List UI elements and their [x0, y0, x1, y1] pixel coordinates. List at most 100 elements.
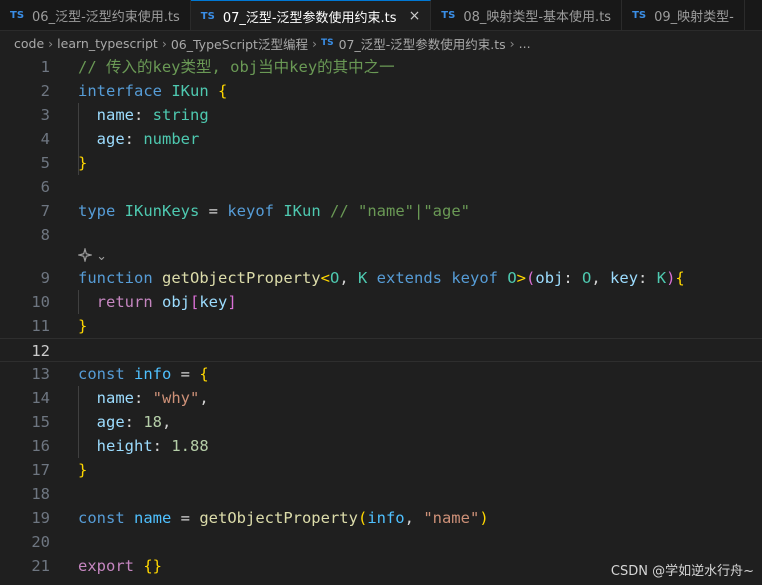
code-token: extends: [376, 269, 452, 287]
chevron-down-icon[interactable]: ⌄: [96, 249, 107, 264]
code-line[interactable]: 11}: [0, 314, 762, 338]
code-token: // 传入的key类型, obj当中key的其中之一: [78, 58, 395, 76]
code-text: }: [78, 314, 87, 338]
chevron-right-icon: ›: [311, 35, 317, 51]
code-token: {}: [143, 557, 162, 575]
code-token: name: [134, 509, 172, 527]
code-token: ): [479, 509, 489, 527]
line-number: 13: [31, 365, 50, 383]
code-token: ]: [227, 293, 237, 311]
code-line[interactable]: 2 interface IKun {: [0, 79, 762, 103]
chevron-right-icon: ›: [161, 35, 167, 51]
line-number: 3: [40, 106, 50, 124]
tab-label: 06_泛型-泛型约束使用.ts: [32, 10, 180, 25]
code-line[interactable]: 15 age: 18,: [0, 410, 762, 434]
code-token: :: [124, 413, 144, 431]
breadcrumb-item-learn-typescript[interactable]: learn_typescript: [57, 36, 158, 51]
code-line[interactable]: 9 function getObjectProperty<O, K extends…: [0, 266, 762, 290]
code-token: {: [218, 82, 228, 100]
code-token: key: [199, 293, 228, 311]
code-text: age: 18,: [78, 410, 172, 434]
code-token: 18: [143, 413, 163, 431]
code-text: }: [78, 151, 87, 175]
code-line[interactable]: 1 // 传入的key类型, obj当中key的其中之一: [0, 55, 762, 79]
breadcrumb-item-file[interactable]: 07_泛型-泛型参数使用约束.ts: [339, 34, 506, 53]
code-line[interactable]: 5}: [0, 151, 762, 175]
code-line[interactable]: 6: [0, 175, 762, 199]
code-token: obj: [535, 269, 564, 287]
code-text: return obj[key]: [78, 290, 237, 314]
code-line[interactable]: 19 const name = getObjectProperty(info, "…: [0, 506, 762, 530]
code-token: name: [96, 106, 134, 124]
code-token: {: [675, 269, 685, 287]
breadcrumb-item-folder[interactable]: 06_TypeScript泛型编程: [171, 34, 308, 53]
code-editor[interactable]: ⌄ 1 // 传入的key类型, obj当中key的其中之一 2 interface …: [0, 55, 762, 585]
code-token: :: [134, 106, 153, 124]
typescript-file-icon: TS: [10, 10, 25, 21]
code-line[interactable]: 16 height: 1.88: [0, 434, 762, 458]
code-line[interactable]: 13 const info = {: [0, 362, 762, 386]
line-number: 17: [31, 461, 50, 479]
tab-label: 09_映射类型-: [654, 10, 734, 25]
typescript-file-icon: TS: [320, 38, 334, 48]
code-line[interactable]: 20: [0, 530, 762, 554]
line-number: 21: [31, 557, 50, 575]
sparkle-icon[interactable]: [76, 246, 94, 264]
line-number: 5: [40, 154, 50, 172]
code-line[interactable]: 7 type IKunKeys = keyof IKun // "name"|"a…: [0, 199, 762, 223]
code-line[interactable]: 12: [0, 338, 762, 362]
code-token: O: [582, 269, 592, 287]
code-token: height: [96, 437, 153, 455]
code-token: "why": [152, 389, 200, 407]
code-line[interactable]: 14 name: "why",: [0, 386, 762, 410]
tab-label: 07_泛型-泛型参数使用约束.ts: [222, 10, 397, 26]
indent-guide: [78, 386, 79, 458]
code-token: ,: [199, 389, 209, 407]
tab-09-mapped-types[interactable]: TS 09_映射类型-: [622, 0, 745, 30]
code-line[interactable]: 10 return obj[key]: [0, 290, 762, 314]
typescript-file-icon: TS: [200, 10, 215, 22]
code-token: :: [134, 389, 153, 407]
close-icon[interactable]: ×: [409, 8, 421, 24]
code-token: >: [516, 269, 527, 287]
code-text: const name = getObjectProperty(info, "na…: [78, 506, 489, 530]
code-token: }: [78, 461, 88, 479]
tab-07-generic-param-constraint[interactable]: TS 07_泛型-泛型参数使用约束.ts ×: [190, 0, 432, 30]
tab-08-mapped-types-basic[interactable]: TS 08_映射类型-基本使用.ts: [431, 0, 623, 30]
line-number: 11: [31, 317, 50, 335]
code-token: "name": [423, 509, 480, 527]
code-token: ,: [404, 509, 424, 527]
code-line[interactable]: 8: [0, 223, 762, 247]
code-line[interactable]: 17}: [0, 458, 762, 482]
line-number: 7: [40, 202, 50, 220]
code-token: :: [124, 130, 144, 148]
code-token: :: [638, 269, 657, 287]
code-token: const: [78, 365, 134, 383]
code-token: ,: [162, 413, 172, 431]
code-token: :: [563, 269, 583, 287]
code-text: function getObjectProperty<O, K extends …: [78, 266, 685, 290]
code-text: interface IKun {: [78, 79, 227, 103]
code-token: obj: [162, 293, 190, 311]
code-line[interactable]: 4 age: number: [0, 127, 762, 151]
code-token: =: [171, 509, 200, 527]
breadcrumb-item-symbols[interactable]: ...: [519, 36, 531, 51]
code-token: }: [78, 317, 88, 335]
tab-06-generic-constraint[interactable]: TS 06_泛型-泛型约束使用.ts: [0, 0, 191, 30]
line-number: 19: [31, 509, 50, 527]
code-token: ): [666, 269, 676, 287]
chevron-right-icon: ›: [509, 35, 515, 51]
breadcrumb-item-code[interactable]: code: [14, 36, 44, 51]
code-token: 1.88: [171, 437, 209, 455]
code-token: // "name"|"age": [330, 202, 470, 220]
code-line[interactable]: 3 name: string: [0, 103, 762, 127]
code-line[interactable]: 18: [0, 482, 762, 506]
indent-guide: [78, 103, 79, 175]
line-number: 4: [40, 130, 50, 148]
code-token: number: [143, 130, 200, 148]
code-token: IKun: [171, 82, 218, 100]
line-number: 12: [31, 342, 50, 360]
